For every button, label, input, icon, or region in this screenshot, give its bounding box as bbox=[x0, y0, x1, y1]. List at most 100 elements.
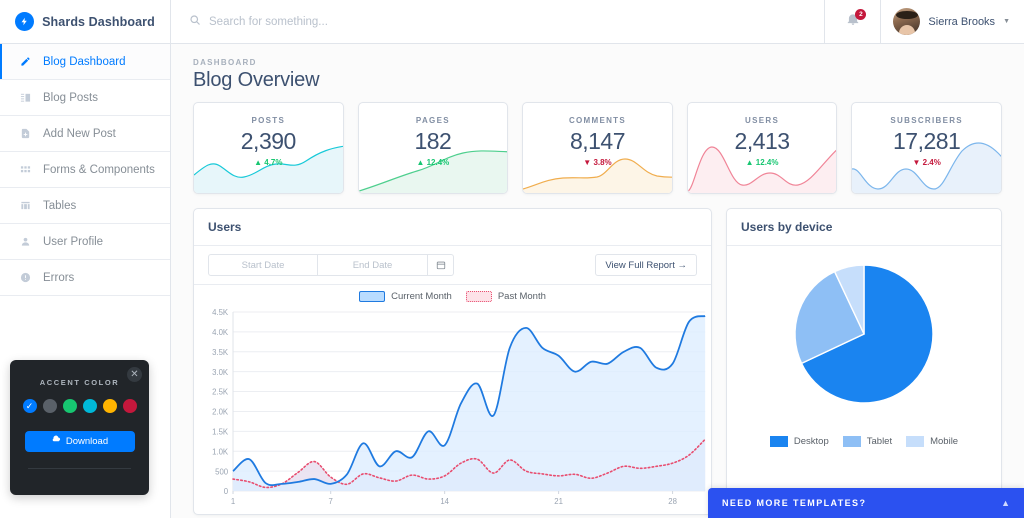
search-icon bbox=[189, 13, 201, 31]
breadcrumb: DASHBOARD bbox=[193, 58, 257, 67]
sidebar-item-tables[interactable]: Tables bbox=[0, 188, 170, 224]
panel-title: Users bbox=[208, 220, 242, 234]
device-panel-header: Users by device bbox=[727, 209, 1001, 246]
sidebar-item-label: Forms & Components bbox=[43, 163, 155, 176]
templates-banner[interactable]: NEED MORE TEMPLATES? ▲ bbox=[708, 488, 1024, 518]
device-legend: Desktop Tablet Mobile bbox=[727, 426, 1001, 459]
legend-current-month[interactable]: Current Month bbox=[359, 291, 452, 302]
stat-label: USERS bbox=[745, 116, 780, 125]
start-date-input[interactable] bbox=[208, 254, 318, 276]
page-header: DASHBOARD Blog Overview bbox=[185, 44, 1010, 102]
sidebar-item-blog-posts[interactable]: Blog Posts bbox=[0, 80, 170, 116]
accent-color-title: ACCENT COLOR bbox=[39, 378, 120, 387]
svg-text:500: 500 bbox=[215, 467, 229, 476]
legend-mobile[interactable]: Mobile bbox=[906, 436, 958, 447]
legend-tablet[interactable]: Tablet bbox=[842, 436, 893, 447]
legend-label: Past Month bbox=[497, 291, 546, 302]
accent-color-widget: ✕ ACCENT COLOR ✓ Download bbox=[10, 360, 149, 495]
panel-row: Users View Full Report → bbox=[185, 194, 1010, 515]
svg-text:4.5K: 4.5K bbox=[212, 308, 229, 317]
dashboard-app: Shards Dashboard Blog Dashboard Blog Pos… bbox=[0, 0, 1024, 518]
main-area: 2 Sierra Brooks ▼ DASHBOARD Blog Overvie… bbox=[171, 0, 1024, 518]
legend-label: Current Month bbox=[391, 291, 452, 302]
device-pie-chart[interactable] bbox=[727, 246, 1001, 421]
notifications-button[interactable]: 2 bbox=[824, 0, 880, 43]
accent-swatch-gray[interactable] bbox=[42, 399, 57, 413]
sidebar-item-forms-components[interactable]: Forms & Components bbox=[0, 152, 170, 188]
stat-value: 2,413 bbox=[734, 128, 791, 154]
chevron-down-icon: ▼ bbox=[1003, 18, 1010, 25]
brand[interactable]: Shards Dashboard bbox=[0, 0, 170, 44]
sidebar-item-errors[interactable]: Errors bbox=[0, 260, 170, 296]
stat-label: POSTS bbox=[251, 116, 286, 125]
legend-swatch bbox=[769, 436, 788, 447]
end-date-input[interactable] bbox=[318, 254, 428, 276]
stat-change: ▲ 4.7% bbox=[254, 158, 283, 167]
svg-text:4.0K: 4.0K bbox=[212, 328, 229, 337]
calendar-icon[interactable] bbox=[428, 254, 454, 276]
stat-label: PAGES bbox=[415, 116, 450, 125]
search-area bbox=[171, 0, 824, 43]
date-range-group bbox=[208, 254, 454, 276]
table-icon bbox=[18, 200, 32, 211]
users-panel-header: Users bbox=[194, 209, 711, 246]
user-menu[interactable]: Sierra Brooks ▼ bbox=[880, 0, 1024, 43]
sidebar: Shards Dashboard Blog Dashboard Blog Pos… bbox=[0, 0, 171, 518]
stat-change: ▲ 12.4% bbox=[745, 158, 779, 167]
accent-swatch-green[interactable] bbox=[62, 399, 77, 413]
users-panel: Users View Full Report → bbox=[193, 208, 712, 515]
sidebar-item-blog-dashboard[interactable]: Blog Dashboard bbox=[0, 44, 170, 80]
legend-past-month[interactable]: Past Month bbox=[465, 291, 546, 302]
legend-swatch bbox=[842, 436, 861, 447]
svg-text:1: 1 bbox=[231, 497, 235, 506]
stat-value: 17,281 bbox=[892, 128, 961, 154]
legend-swatch bbox=[465, 291, 492, 302]
sidebar-item-label: Errors bbox=[43, 271, 75, 284]
accent-swatch-cyan[interactable] bbox=[82, 399, 97, 413]
stat-value: 182 bbox=[414, 128, 452, 154]
stat-label: COMMENTS bbox=[568, 116, 627, 125]
download-button[interactable]: Download bbox=[24, 431, 135, 452]
close-icon[interactable]: ✕ bbox=[127, 367, 142, 382]
svg-text:7: 7 bbox=[329, 497, 333, 506]
sidebar-item-label: User Profile bbox=[43, 235, 104, 248]
stat-card-comments[interactable]: COMMENTS 8,147 ▼ 3.8% bbox=[522, 102, 673, 194]
svg-text:28: 28 bbox=[668, 497, 677, 506]
stat-change: ▼ 2.4% bbox=[912, 158, 941, 167]
stat-card-pages[interactable]: PAGES 182 ▲ 12.4% bbox=[357, 102, 509, 194]
brand-name: Shards Dashboard bbox=[42, 14, 155, 29]
stat-change: ▲ 12.4% bbox=[416, 158, 450, 167]
users-line-chart[interactable]: 0 500 1.0K 1.5K 2.0K 2.5K 3.0K 3.5K 4.0K 4.5K 1 7 14… bbox=[194, 304, 711, 509]
accent-swatch-blue[interactable]: ✓ bbox=[22, 399, 37, 413]
svg-text:3.0K: 3.0K bbox=[212, 368, 229, 377]
svg-text:2.5K: 2.5K bbox=[212, 388, 229, 397]
sidebar-item-user-profile[interactable]: User Profile bbox=[0, 224, 170, 260]
svg-text:1.0K: 1.0K bbox=[212, 447, 229, 456]
cloud-icon bbox=[51, 435, 61, 448]
legend-swatch bbox=[906, 436, 925, 447]
accent-swatch-red[interactable] bbox=[122, 399, 137, 413]
stat-card-posts[interactable]: POSTS 2,390 ▲ 4.7% bbox=[193, 102, 344, 194]
content: DASHBOARD Blog Overview POSTS 2,390 ▲ 4.… bbox=[171, 44, 1024, 518]
legend-desktop[interactable]: Desktop bbox=[769, 436, 829, 447]
search-input[interactable] bbox=[209, 15, 469, 28]
view-full-report-button[interactable]: View Full Report → bbox=[595, 254, 697, 276]
grid-icon bbox=[18, 164, 32, 175]
stat-card-users[interactable]: USERS 2,413 ▲ 12.4% bbox=[686, 102, 838, 194]
svg-text:3.5K: 3.5K bbox=[212, 348, 229, 357]
page-title: Blog Overview bbox=[193, 69, 320, 91]
stat-card-subscribers[interactable]: SUBSCRIBERS 17,281 ▼ 2.4% bbox=[851, 102, 1002, 194]
alert-circle-icon bbox=[18, 272, 32, 283]
accent-swatch-yellow[interactable] bbox=[102, 399, 117, 413]
device-panel: Users by device Desktop Tablet Mobile bbox=[726, 208, 1002, 515]
chart-legend: Current Month Past Month bbox=[194, 285, 711, 304]
chevron-up-icon[interactable]: ▲ bbox=[1001, 498, 1010, 508]
sidebar-item-label: Blog Posts bbox=[43, 91, 98, 104]
sidebar-item-add-new-post[interactable]: Add New Post bbox=[0, 116, 170, 152]
notification-badge: 2 bbox=[855, 9, 867, 20]
svg-text:14: 14 bbox=[440, 497, 449, 506]
accent-swatch-list: ✓ bbox=[22, 399, 137, 413]
sidebar-nav: Blog Dashboard Blog Posts Add New Post F… bbox=[0, 44, 170, 296]
legend-label: Tablet bbox=[866, 436, 893, 447]
banner-label: NEED MORE TEMPLATES? bbox=[722, 498, 867, 508]
